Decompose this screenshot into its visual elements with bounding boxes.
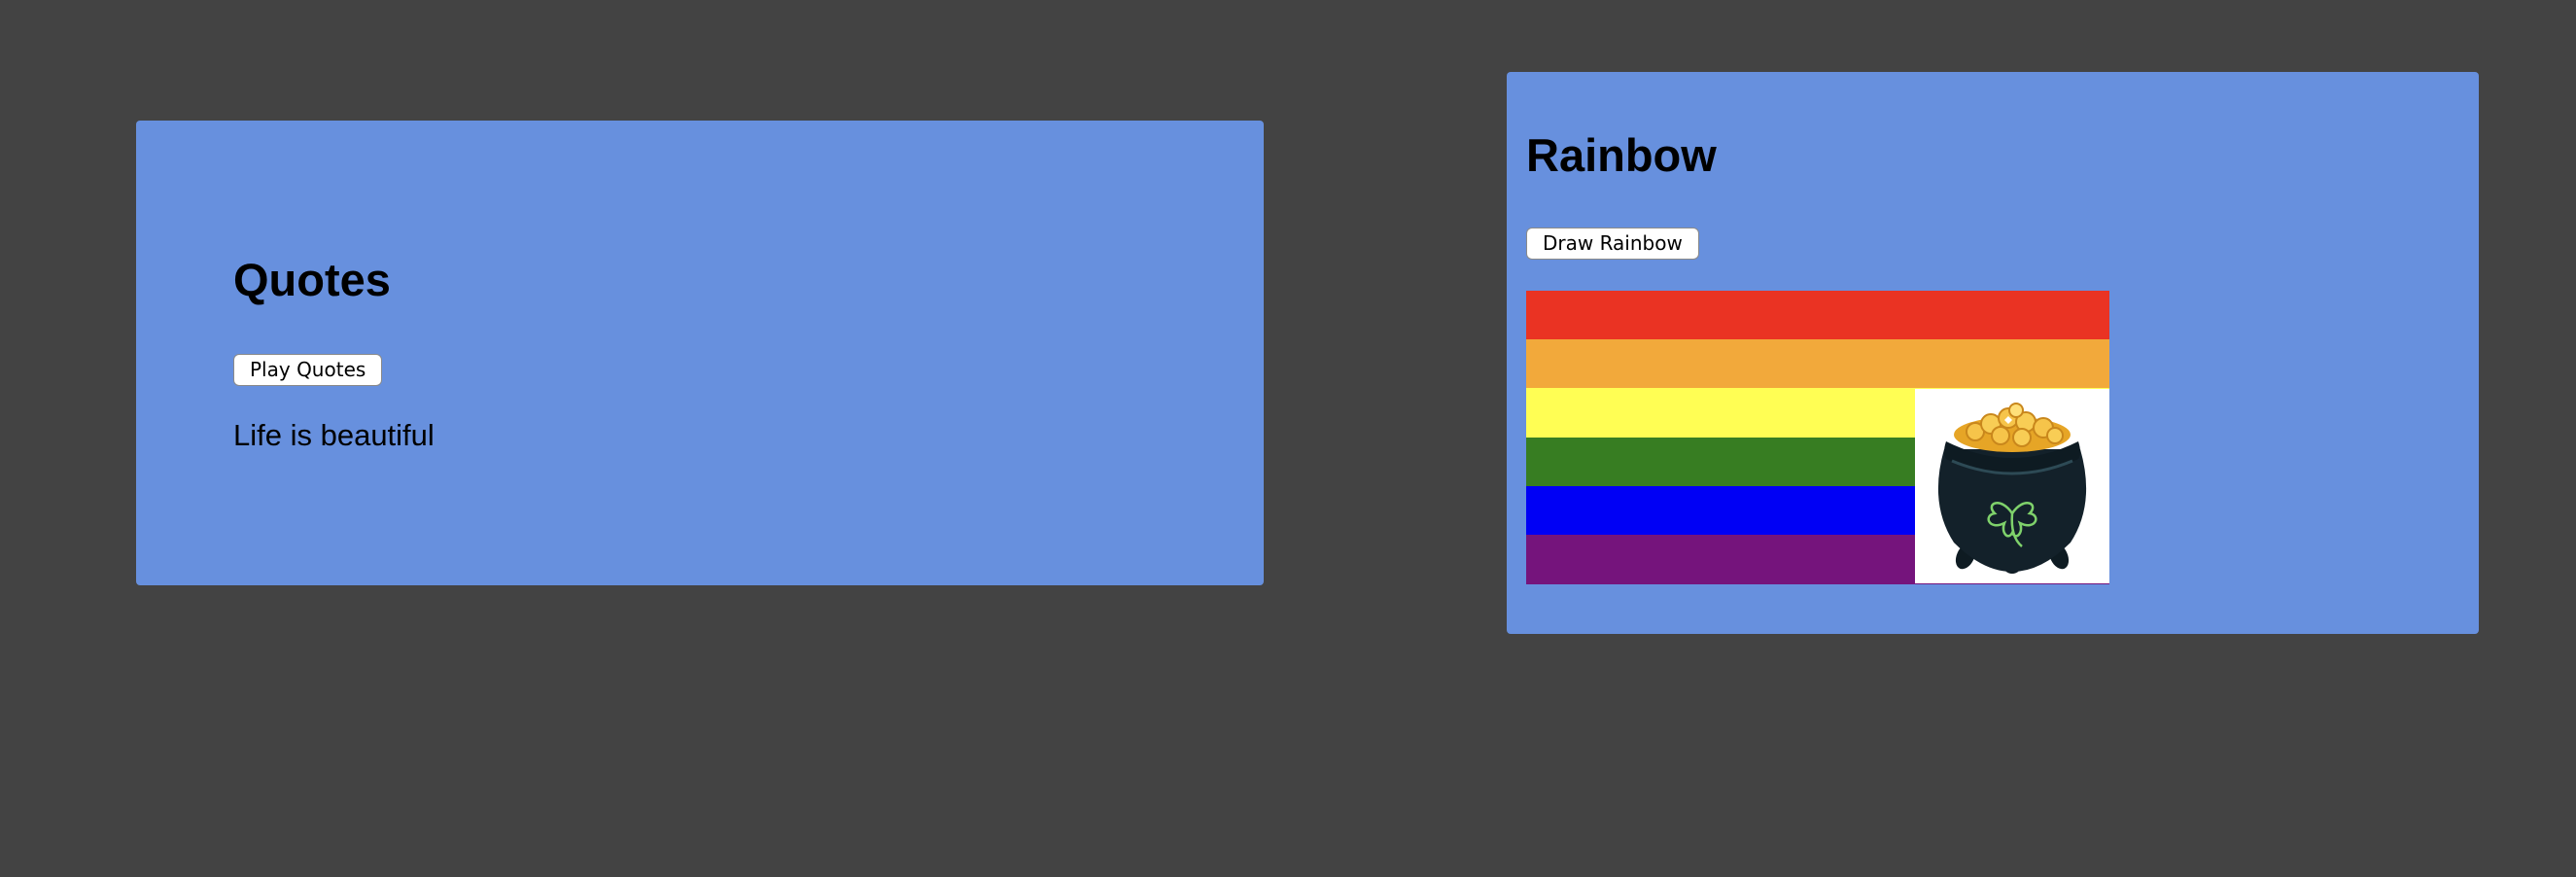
rainbow-canvas [1526,291,2109,584]
rainbow-stripe-red [1526,291,2109,340]
play-quotes-button[interactable]: Play Quotes [233,354,383,386]
rainbow-title: Rainbow [1526,129,1717,181]
rainbow-stripe-orange [1526,339,2109,390]
quotes-card: Quotes Play Quotes Life is beautiful [136,121,1264,585]
quote-text: Life is beautiful [233,418,435,452]
pot-of-gold-icon [1937,403,2087,574]
quotes-title: Quotes [233,254,391,305]
rainbow-card: Rainbow Draw Rainbow [1507,72,2479,634]
draw-rainbow-button[interactable]: Draw Rainbow [1526,228,1699,260]
pot-of-gold-image [1915,389,2109,583]
